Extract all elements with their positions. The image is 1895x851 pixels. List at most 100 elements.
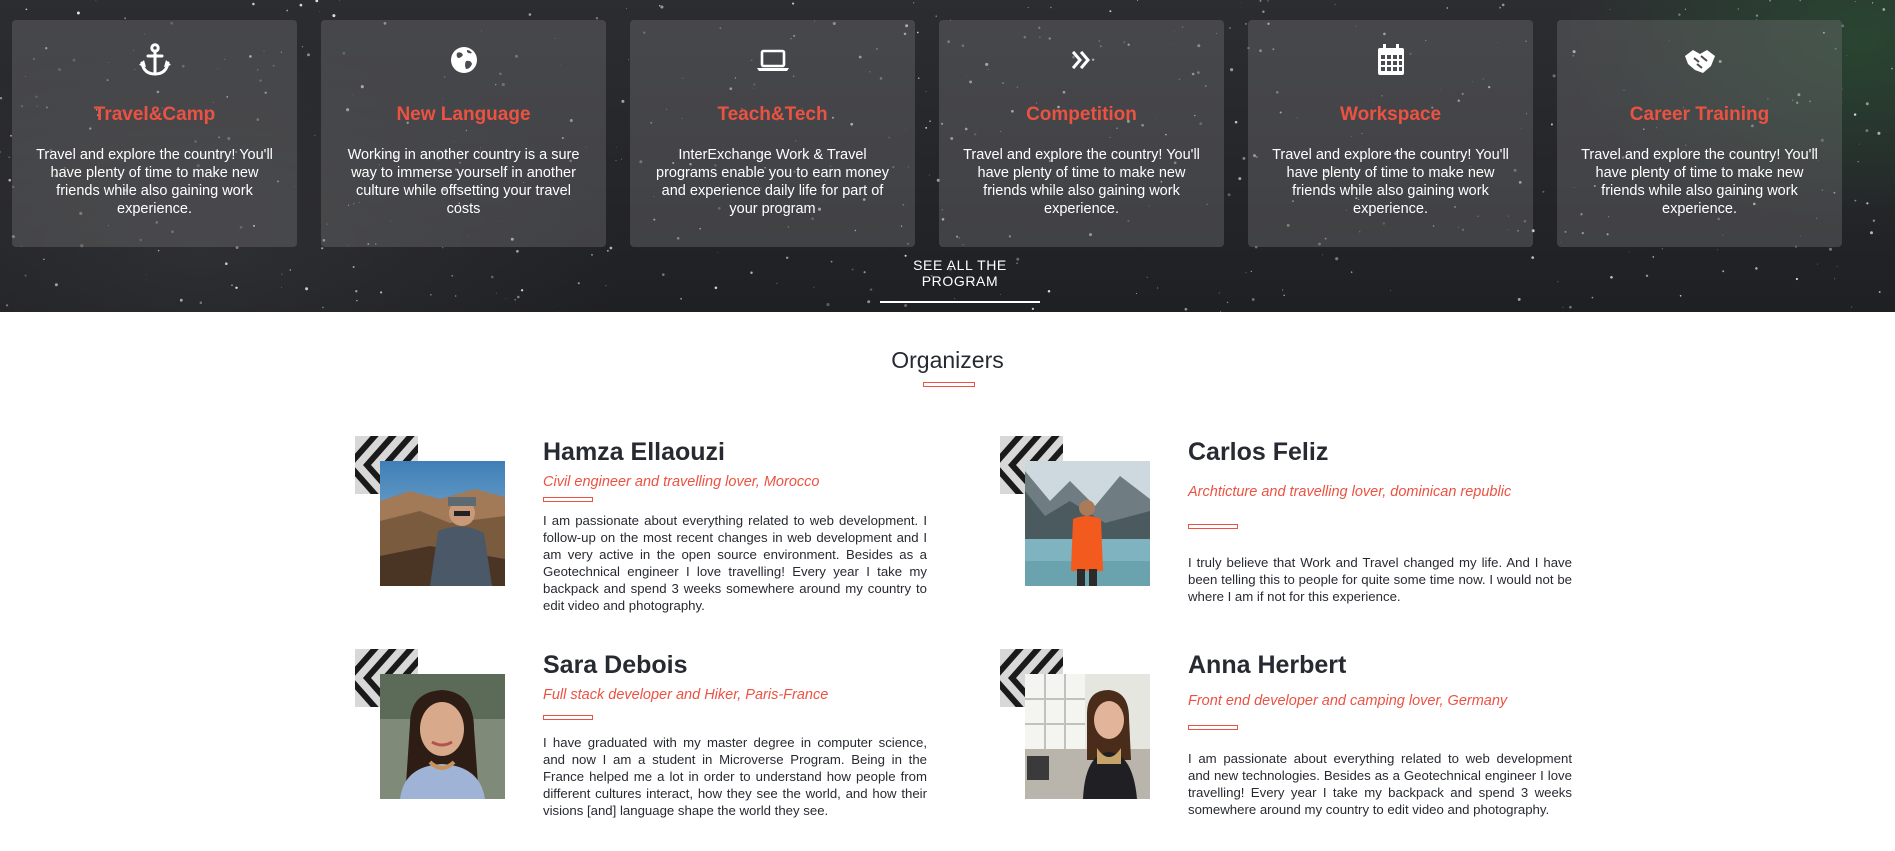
star-dot — [1137, 0, 1139, 1]
star-dot — [577, 282, 580, 285]
star-dot — [455, 295, 457, 297]
star-dot — [1226, 301, 1229, 304]
globe-icon — [447, 42, 481, 78]
organizer-bio: I am passionate about everything related… — [1188, 751, 1572, 817]
star-dot — [626, 8, 627, 9]
star-dot — [1769, 0, 1771, 2]
star-dot — [1846, 54, 1848, 56]
star-dot — [1645, 274, 1649, 278]
organizer-photo — [380, 461, 505, 586]
organizer-card: Anna Herbert Front end developer and cam… — [1000, 649, 1610, 849]
card-description: InterExchange Work & Travel programs ena… — [656, 147, 889, 217]
star-dot — [1562, 306, 1564, 308]
star-dot — [490, 275, 494, 279]
star-dot — [430, 294, 432, 296]
star-dot — [1858, 143, 1860, 145]
star-dot — [1390, 290, 1391, 292]
program-card[interactable]: Career Training Travel and explore the c… — [1557, 20, 1842, 247]
star-dot — [1218, 292, 1220, 294]
star-dot — [319, 11, 321, 13]
organizer-photo — [380, 674, 505, 799]
star-dot — [281, 287, 283, 288]
organizer-role: Full stack developer and Hiker, Paris-Fr… — [543, 687, 829, 703]
star-dot — [8, 156, 10, 158]
star-dot — [1027, 7, 1029, 9]
star-dot — [224, 262, 228, 266]
star-dot — [1836, 266, 1838, 267]
star-dot — [1854, 199, 1857, 202]
star-dot — [913, 2, 915, 4]
star-dot — [605, 285, 607, 287]
star-dot — [5, 304, 9, 307]
star-dot — [1146, 276, 1148, 278]
double-chevron-right-icon — [1065, 42, 1099, 78]
role-underline — [543, 715, 593, 720]
star-dot — [514, 298, 517, 301]
star-dot — [332, 14, 336, 18]
role-underline — [1188, 725, 1238, 730]
star-dot — [1239, 2, 1241, 3]
program-card[interactable]: Competition Travel and explore the count… — [939, 20, 1224, 247]
program-card[interactable]: Workspace Travel and explore the country… — [1248, 20, 1533, 247]
star-dot — [1850, 306, 1853, 308]
star-dot — [1865, 102, 1869, 106]
organizer-role: Front end developer and camping lover, G… — [1188, 693, 1508, 709]
organizer-name: Hamza Ellaouzi — [543, 438, 725, 466]
star-dot — [680, 298, 682, 300]
star-dot — [1334, 4, 1336, 6]
star-dot — [281, 273, 283, 275]
star-dot — [1870, 231, 1873, 235]
handshake-icon — [1683, 42, 1717, 78]
organizer-info: Sara Debois Full stack developer and Hik… — [543, 649, 927, 819]
star-dot — [1628, 251, 1630, 253]
star-dot — [1891, 67, 1893, 70]
program-cards: Travel&Camp Travel and explore the count… — [12, 20, 1842, 247]
star-dot — [1610, 275, 1613, 279]
star-dot — [1569, 305, 1572, 309]
star-dot — [1842, 88, 1844, 90]
star-dot — [1609, 9, 1611, 11]
organizer-role: Civil engineer and travelling lover, Mor… — [543, 474, 820, 490]
star-dot — [1050, 6, 1052, 9]
program-card[interactable]: Teach&Tech InterExchange Work & Travel p… — [630, 20, 915, 247]
star-dot — [869, 288, 873, 291]
star-dot — [8, 178, 11, 182]
role-underline — [1188, 524, 1238, 529]
star-dot — [830, 260, 833, 263]
star-dot — [1350, 271, 1353, 273]
star-dot — [231, 284, 233, 286]
card-description: Working in another country is a sure way… — [347, 147, 580, 217]
star-dot — [1755, 14, 1759, 17]
star-dot — [606, 249, 609, 252]
star-dot — [299, 3, 303, 7]
star-dot — [785, 256, 789, 260]
program-card[interactable]: Travel&Camp Travel and explore the count… — [12, 20, 297, 247]
card-title: New Language — [396, 104, 531, 125]
star-dot — [1591, 296, 1594, 299]
star-dot — [1245, 272, 1247, 274]
star-dot — [322, 306, 324, 309]
star-dot — [1499, 6, 1502, 9]
star-dot — [528, 13, 532, 16]
star-dot — [235, 286, 238, 290]
star-dot — [25, 8, 28, 11]
star-dot — [315, 0, 319, 3]
star-dot — [95, 0, 97, 2]
organizer-name: Sara Debois — [543, 651, 688, 679]
star-dot — [321, 247, 324, 250]
star-dot — [1531, 256, 1535, 259]
star-dot — [1737, 8, 1740, 10]
title-underline — [923, 382, 975, 387]
star-dot — [1282, 289, 1284, 291]
star-dot — [1834, 278, 1836, 280]
star-dot — [1517, 297, 1521, 301]
star-dot — [1853, 113, 1857, 116]
star-dot — [813, 286, 815, 288]
star-dot — [24, 274, 27, 277]
see-all-program-link[interactable]: SEE ALL THE PROGRAM — [880, 257, 1040, 303]
star-dot — [792, 2, 795, 5]
program-card[interactable]: New Language Working in another country … — [321, 20, 606, 247]
star-dot — [520, 289, 524, 292]
star-dot — [1335, 257, 1339, 261]
card-title: Career Training — [1629, 104, 1770, 125]
